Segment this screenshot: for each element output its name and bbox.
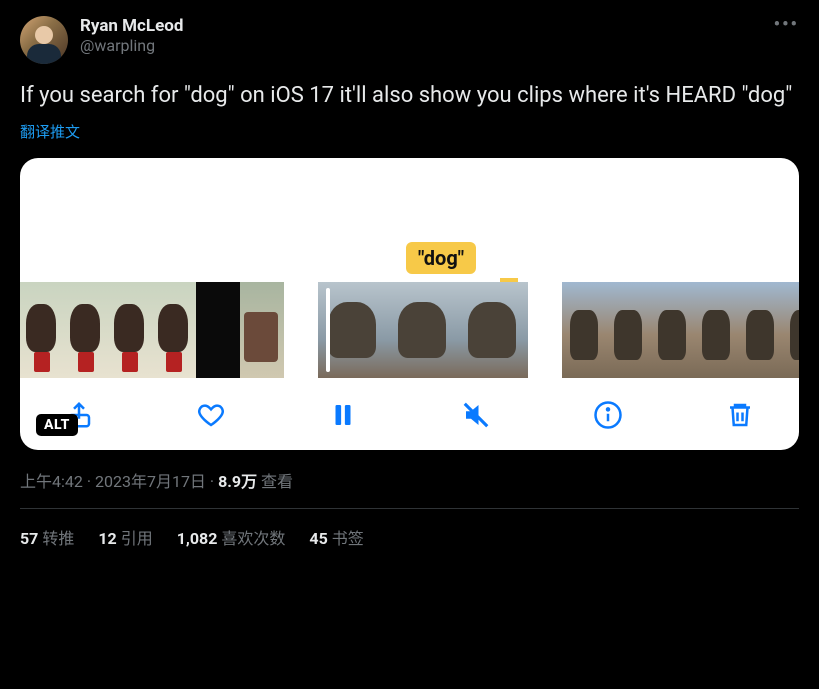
tweet-date[interactable]: 2023年7月17日 [95,472,206,491]
heart-icon[interactable] [194,398,228,432]
mute-icon[interactable] [459,398,493,432]
tweet-text: If you search for "dog" on iOS 17 it'll … [20,82,799,111]
media-card[interactable]: "dog" [20,158,799,450]
clip-group-3[interactable] [562,282,799,378]
tweet-container: Ryan McLeod @warpling ••• If you search … [0,0,819,549]
thumbnail [152,282,196,378]
thumbnail [64,282,108,378]
tweet-meta: 上午4:42 · 2023年7月17日 · 8.9万 查看 [20,468,799,492]
author-block[interactable]: Ryan McLeod @warpling [80,16,183,55]
clip-group-1[interactable] [20,282,284,378]
video-timeline[interactable] [20,282,799,378]
thumbnail [694,282,738,378]
thumbnail [108,282,152,378]
thumbnail [782,282,799,378]
handle: @warpling [80,36,183,55]
display-name: Ryan McLeod [80,16,183,36]
quotes-stat[interactable]: 12引用 [98,525,152,549]
thumbnail [20,282,64,378]
thumbnail [318,282,388,378]
speech-tag: "dog" [406,242,476,274]
tweet-header: Ryan McLeod @warpling ••• [20,16,799,64]
views-label: 查看 [257,472,293,491]
likes-stat[interactable]: 1,082喜欢次数 [177,525,286,549]
clip-group-2[interactable] [318,282,528,378]
more-button[interactable]: ••• [774,14,799,35]
thumbnail [196,282,240,378]
retweets-stat[interactable]: 57转推 [20,525,74,549]
pause-icon[interactable] [326,398,360,432]
thumbnail [458,282,528,378]
alt-badge[interactable]: ALT [36,414,78,436]
trash-icon[interactable] [723,398,757,432]
views-count: 8.9万 [218,472,257,491]
media-toolbar [20,378,799,432]
translate-link[interactable]: 翻译推文 [20,121,80,142]
bookmarks-stat[interactable]: 45书签 [309,525,363,549]
thumbnail [240,282,284,378]
avatar[interactable] [20,16,68,64]
thumbnail [606,282,650,378]
info-icon[interactable] [591,398,625,432]
thumbnail [738,282,782,378]
media-top-area: "dog" [20,170,799,282]
thumbnail [650,282,694,378]
thumbnail [562,282,606,378]
thumbnail [388,282,458,378]
tweet-time[interactable]: 上午4:42 [20,472,83,491]
tweet-stats: 57转推 12引用 1,082喜欢次数 45书签 [20,509,799,549]
